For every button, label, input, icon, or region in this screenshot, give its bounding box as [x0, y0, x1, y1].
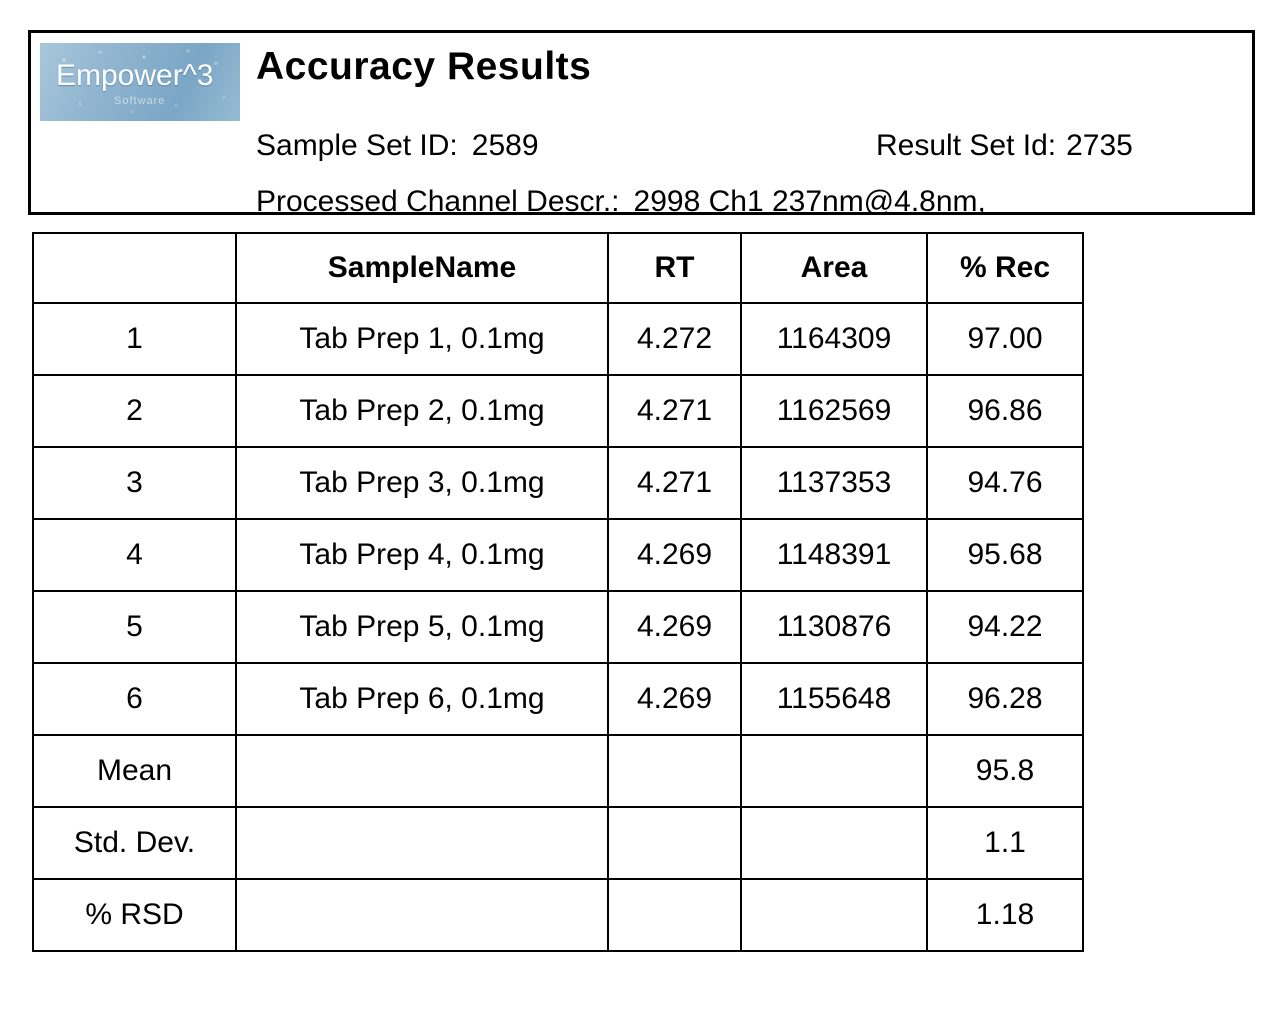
sample-name-cell: Tab Prep 3, 0.1mg: [235, 446, 609, 520]
rt-cell: 4.269: [607, 662, 742, 736]
table-row: % RSD 1.18: [32, 878, 1084, 952]
sample-name-cell: [235, 878, 609, 952]
rt-cell: [607, 806, 742, 880]
table-row: Mean 95.8: [32, 734, 1084, 808]
sample-name-cell: Tab Prep 1, 0.1mg: [235, 302, 609, 376]
table-row: 2 Tab Prep 2, 0.1mg 4.271 1162569 96.86: [32, 374, 1084, 448]
table-row: Std. Dev. 1.1: [32, 806, 1084, 880]
rt-cell: 4.271: [607, 374, 742, 448]
rt-cell: 4.269: [607, 590, 742, 664]
table-row: 4 Tab Prep 4, 0.1mg 4.269 1148391 95.68: [32, 518, 1084, 592]
table-row: 6 Tab Prep 6, 0.1mg 4.269 1155648 96.28: [32, 662, 1084, 736]
percent-rec-cell: 96.28: [926, 662, 1084, 736]
sample-name-cell: [235, 734, 609, 808]
report-header-panel: Empower^3 Software Accuracy Results Samp…: [28, 30, 1255, 215]
percent-rec-cell: 97.00: [926, 302, 1084, 376]
rt-cell: 4.269: [607, 518, 742, 592]
sample-name-cell: Tab Prep 6, 0.1mg: [235, 662, 609, 736]
accuracy-results-table: SampleName RT Area % Rec 1 Tab Prep 1, 0.…: [32, 232, 1084, 952]
sample-name-cell: Tab Prep 2, 0.1mg: [235, 374, 609, 448]
sample-name-cell: Tab Prep 4, 0.1mg: [235, 518, 609, 592]
column-header-index: [32, 232, 237, 304]
area-cell: 1162569: [740, 374, 928, 448]
sample-name-cell: Tab Prep 5, 0.1mg: [235, 590, 609, 664]
metadata-row-ids: Sample Set ID: 2589 Result Set Id: 2735: [256, 129, 1133, 163]
percent-rec-cell: 94.22: [926, 590, 1084, 664]
column-header-samplename: SampleName: [235, 232, 609, 304]
result-set-id-group: Result Set Id: 2735: [876, 129, 1133, 163]
sample-set-id-label: Sample Set ID:: [256, 129, 458, 162]
table-row: 1 Tab Prep 1, 0.1mg 4.272 1164309 97.00: [32, 302, 1084, 376]
row-index-cell: 3: [32, 446, 237, 520]
table-row: 5 Tab Prep 5, 0.1mg 4.269 1130876 94.22: [32, 590, 1084, 664]
row-index-cell: 1: [32, 302, 237, 376]
row-index-cell: 5: [32, 590, 237, 664]
processed-channel-value: 2998 Ch1 237nm@4.8nm,: [633, 185, 986, 215]
logo-wordmark: Empower^3: [56, 59, 214, 92]
row-index-cell: 2: [32, 374, 237, 448]
row-index-cell: % RSD: [32, 878, 237, 952]
processed-channel-label: Processed Channel Descr.:: [256, 185, 620, 215]
area-cell: 1155648: [740, 662, 928, 736]
rt-cell: [607, 878, 742, 952]
percent-rec-cell: 96.86: [926, 374, 1084, 448]
column-header-area: Area: [740, 232, 928, 304]
rt-cell: 4.272: [607, 302, 742, 376]
area-cell: 1164309: [740, 302, 928, 376]
percent-rec-cell: 95.8: [926, 734, 1084, 808]
row-index-cell: 4: [32, 518, 237, 592]
column-header-rt: RT: [607, 232, 742, 304]
table-header-row: SampleName RT Area % Rec: [32, 232, 1084, 304]
page-title: Accuracy Results: [256, 45, 592, 88]
area-cell: [740, 806, 928, 880]
percent-rec-cell: 95.68: [926, 518, 1084, 592]
column-header-rec: % Rec: [926, 232, 1084, 304]
rt-cell: 4.271: [607, 446, 742, 520]
sample-set-id-value: 2589: [471, 129, 539, 162]
percent-rec-cell: 1.1: [926, 806, 1084, 880]
result-set-id-label: Result Set Id:: [876, 129, 1057, 162]
area-cell: [740, 734, 928, 808]
sample-name-cell: [235, 806, 609, 880]
table-body: 1 Tab Prep 1, 0.1mg 4.272 1164309 97.00 2 Tab …: [32, 302, 1084, 952]
result-set-id-value: 2735: [1066, 129, 1133, 162]
row-index-cell: Mean: [32, 734, 237, 808]
logo-subcaption: Software: [114, 95, 166, 107]
percent-rec-cell: 1.18: [926, 878, 1084, 952]
row-index-cell: 6: [32, 662, 237, 736]
area-cell: 1130876: [740, 590, 928, 664]
area-cell: 1137353: [740, 446, 928, 520]
area-cell: 1148391: [740, 518, 928, 592]
empower-logo: Empower^3 Software: [40, 43, 240, 121]
table-row: 3 Tab Prep 3, 0.1mg 4.271 1137353 94.76: [32, 446, 1084, 520]
metadata-row-channel: Processed Channel Descr.: 2998 Ch1 237nm@…: [256, 185, 986, 215]
area-cell: [740, 878, 928, 952]
row-index-cell: Std. Dev.: [32, 806, 237, 880]
percent-rec-cell: 94.76: [926, 446, 1084, 520]
rt-cell: [607, 734, 742, 808]
